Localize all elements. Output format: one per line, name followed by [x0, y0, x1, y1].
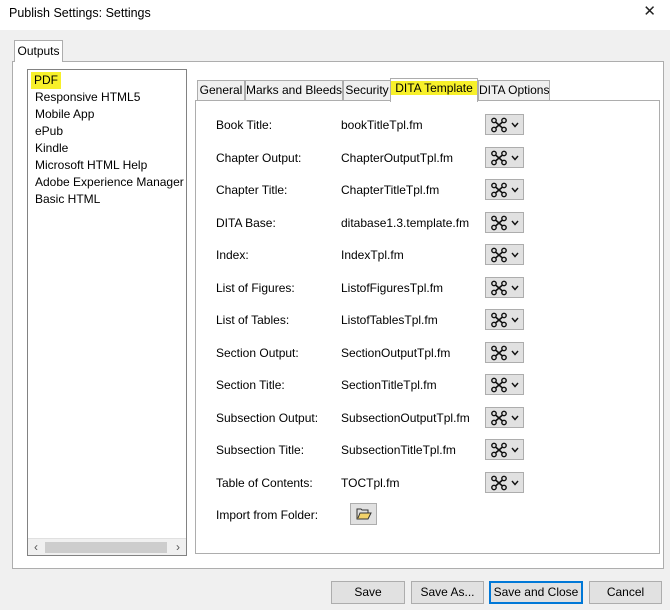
- title-bar: Publish Settings: Settings ✕: [0, 0, 670, 30]
- chevron-down-icon: [511, 220, 519, 226]
- section-title-template-button[interactable]: [485, 374, 524, 395]
- list-item-adobe-experience-manager[interactable]: Adobe Experience Manager Mo: [35, 174, 186, 191]
- import-folder-button[interactable]: [350, 503, 377, 525]
- tab-dita-template-label: DITA Template: [391, 81, 477, 95]
- list-of-figures-label: List of Figures:: [216, 281, 295, 295]
- index-label: Index:: [216, 248, 249, 262]
- list-item-basic-html[interactable]: Basic HTML: [35, 191, 100, 208]
- chevron-down-icon: [511, 382, 519, 388]
- chevron-down-icon: [511, 480, 519, 486]
- list-of-figures-value: ListofFiguresTpl.fm: [341, 281, 444, 295]
- tools-icon: [491, 182, 519, 198]
- tab-outputs[interactable]: Outputs: [14, 40, 63, 62]
- import-from-folder-label: Import from Folder:: [216, 508, 319, 522]
- tools-icon: [491, 475, 519, 491]
- chevron-down-icon: [511, 447, 519, 453]
- table-of-contents-label: Table of Contents:: [216, 476, 313, 490]
- chapter-output-label: Chapter Output:: [216, 151, 302, 165]
- chapter-output-value: ChapterOutputTpl.fm: [341, 151, 454, 165]
- scroll-thumb[interactable]: [45, 542, 167, 553]
- list-of-tables-label: List of Tables:: [216, 313, 290, 327]
- tab-dita-options[interactable]: DITA Options: [478, 80, 550, 101]
- tab-general[interactable]: General: [197, 80, 245, 101]
- tab-dita-template[interactable]: DITA Template: [390, 78, 478, 102]
- chevron-down-icon: [511, 252, 519, 258]
- book-title-template-button[interactable]: [485, 114, 524, 135]
- list-item-responsive-html5[interactable]: Responsive HTML5: [35, 89, 140, 106]
- chevron-down-icon: [511, 350, 519, 356]
- outputs-horizontal-scrollbar[interactable]: ‹ ›: [28, 538, 186, 555]
- book-title-label: Book Title:: [216, 118, 273, 132]
- chapter-title-template-button[interactable]: [485, 179, 524, 200]
- list-item-mobile-app[interactable]: Mobile App: [35, 106, 94, 123]
- tools-icon: [491, 280, 519, 296]
- list-of-tables-template-button[interactable]: [485, 309, 524, 330]
- subsection-output-value: SubsectionOutputTpl.fm: [341, 411, 470, 425]
- save-and-close-button[interactable]: Save and Close: [489, 581, 583, 604]
- chevron-down-icon: [511, 415, 519, 421]
- tools-icon: [491, 377, 519, 393]
- tools-icon: [491, 215, 519, 231]
- outputs-list[interactable]: PDF Responsive HTML5 Mobile App ePub Kin…: [27, 69, 187, 556]
- list-item-pdf[interactable]: PDF: [31, 72, 61, 89]
- index-template-button[interactable]: [485, 244, 524, 265]
- section-output-template-button[interactable]: [485, 342, 524, 363]
- cancel-button[interactable]: Cancel: [589, 581, 662, 604]
- list-of-tables-value: ListofTablesTpl.fm: [341, 313, 438, 327]
- chevron-down-icon: [511, 187, 519, 193]
- list-of-figures-template-button[interactable]: [485, 277, 524, 298]
- subsection-title-value: SubsectionTitleTpl.fm: [341, 443, 456, 457]
- open-folder-icon: [356, 508, 372, 520]
- section-title-label: Section Title:: [216, 378, 285, 392]
- save-as-button[interactable]: Save As...: [411, 581, 484, 604]
- tab-marks-and-bleeds[interactable]: Marks and Bleeds: [245, 80, 343, 101]
- chevron-down-icon: [511, 285, 519, 291]
- close-icon[interactable]: ✕: [643, 4, 656, 20]
- scroll-left-icon[interactable]: ‹: [28, 539, 44, 556]
- section-output-value: SectionOutputTpl.fm: [341, 346, 451, 360]
- subsection-title-template-button[interactable]: [485, 439, 524, 460]
- table-of-contents-template-button[interactable]: [485, 472, 524, 493]
- list-item-microsoft-html-help[interactable]: Microsoft HTML Help: [35, 157, 147, 174]
- section-output-label: Section Output:: [216, 346, 299, 360]
- section-title-value: SectionTitleTpl.fm: [341, 378, 437, 392]
- book-title-value: bookTitleTpl.fm: [341, 118, 423, 132]
- table-of-contents-value: TOCTpl.fm: [341, 476, 400, 490]
- tools-icon: [491, 247, 519, 263]
- subsection-title-label: Subsection Title:: [216, 443, 305, 457]
- index-value: IndexTpl.fm: [341, 248, 404, 262]
- tab-security[interactable]: Security: [343, 80, 391, 101]
- tools-icon: [491, 442, 519, 458]
- chevron-down-icon: [511, 155, 519, 161]
- tools-icon: [491, 345, 519, 361]
- subsection-output-template-button[interactable]: [485, 407, 524, 428]
- dita-base-label: DITA Base:: [216, 216, 276, 230]
- list-item-kindle[interactable]: Kindle: [35, 140, 68, 157]
- list-item-epub[interactable]: ePub: [35, 123, 63, 140]
- tools-icon: [491, 117, 519, 133]
- tools-icon: [491, 150, 519, 166]
- tools-icon: [491, 312, 519, 328]
- window-title: Publish Settings: Settings: [9, 6, 151, 20]
- chapter-title-label: Chapter Title:: [216, 183, 288, 197]
- chapter-output-template-button[interactable]: [485, 147, 524, 168]
- dita-base-value: ditabase1.3.template.fm: [341, 216, 470, 230]
- dita-base-template-button[interactable]: [485, 212, 524, 233]
- scroll-right-icon[interactable]: ›: [170, 539, 186, 556]
- subsection-output-label: Subsection Output:: [216, 411, 319, 425]
- save-button[interactable]: Save: [331, 581, 405, 604]
- chevron-down-icon: [511, 122, 519, 128]
- chevron-down-icon: [511, 317, 519, 323]
- chapter-title-value: ChapterTitleTpl.fm: [341, 183, 440, 197]
- tools-icon: [491, 410, 519, 426]
